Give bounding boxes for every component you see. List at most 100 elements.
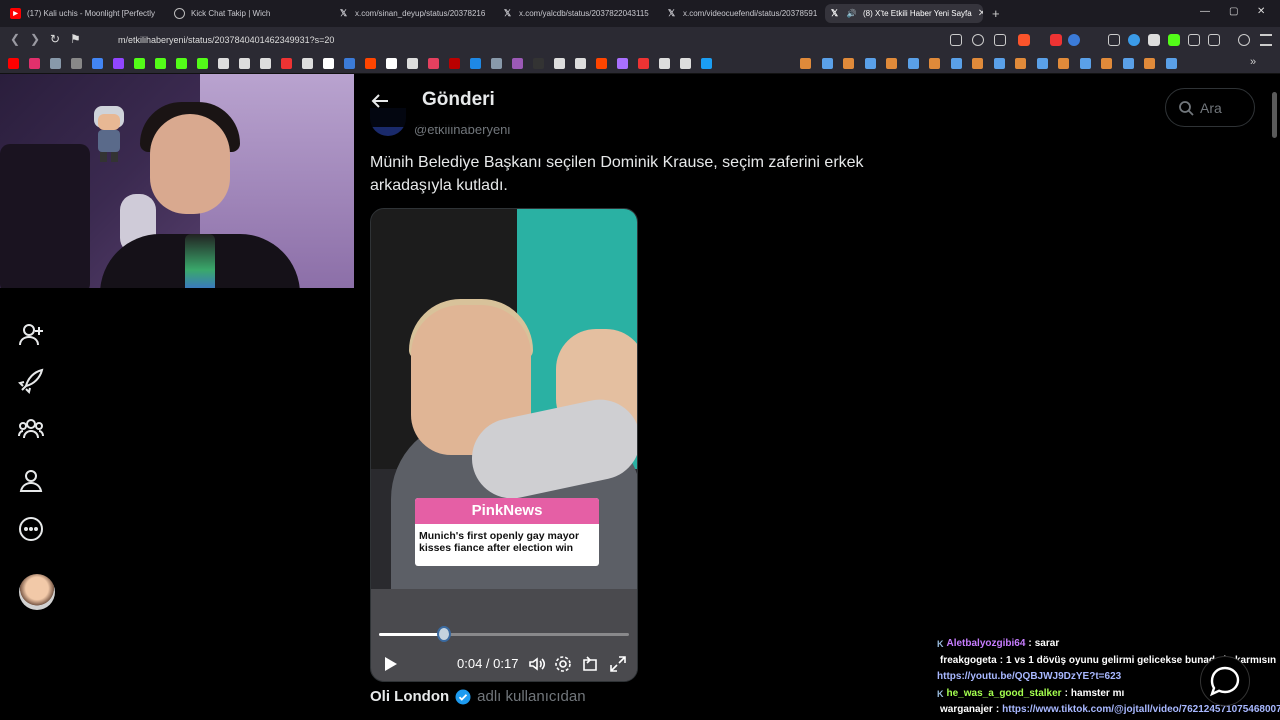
minimize-button[interactable]: —: [1200, 6, 1210, 17]
fullscreen-icon[interactable]: [609, 655, 627, 673]
music-icon[interactable]: [1238, 34, 1250, 46]
profile-icon[interactable]: [18, 468, 44, 494]
tab-kick-chat[interactable]: Kick Chat Takip | Wich: [170, 4, 330, 23]
tab-youtube[interactable]: ▶ (17) Kali uchis - Moonlight [Perfectly: [6, 4, 166, 23]
share-icon[interactable]: [994, 34, 1006, 46]
communities-icon[interactable]: [18, 416, 44, 442]
bookmark-favicon-icon[interactable]: [470, 58, 481, 69]
bookmark-favicon-icon[interactable]: [1144, 58, 1155, 69]
back-nav-icon[interactable]: ❮: [10, 32, 20, 46]
bookmark-favicon-icon[interactable]: [344, 58, 355, 69]
new-tab-button[interactable]: +: [992, 6, 1000, 21]
bookmark-favicon-icon[interactable]: [1015, 58, 1026, 69]
search-field[interactable]: [1165, 88, 1255, 127]
quoted-author-name[interactable]: Oli London: [370, 688, 449, 705]
play-icon[interactable]: [381, 655, 399, 673]
cast-icon[interactable]: [950, 34, 962, 46]
bookmark-favicon-icon[interactable]: [50, 58, 61, 69]
bookmark-favicon-icon[interactable]: [800, 58, 811, 69]
bookmark-favicon-icon[interactable]: [1165, 58, 1177, 69]
sidebar-icon[interactable]: [1208, 34, 1220, 46]
bookmark-favicon-icon[interactable]: [886, 58, 897, 69]
bookmark-icon[interactable]: ⚑: [70, 32, 81, 46]
bookmark-favicon-icon[interactable]: [113, 58, 124, 69]
bookmark-favicon-icon[interactable]: [929, 58, 940, 69]
bookmark-favicon-icon[interactable]: [617, 58, 628, 69]
bookmark-favicon-icon[interactable]: [8, 58, 19, 69]
bookmark-favicon-icon[interactable]: [1036, 58, 1048, 69]
messages-button[interactable]: [1200, 656, 1250, 706]
tab-close-button[interactable]: ✕: [978, 8, 983, 19]
bookmark-favicon-icon[interactable]: [680, 58, 691, 69]
quoted-from[interactable]: Oli London adlı kullanıcıdan: [370, 688, 586, 705]
bookmark-favicon-icon[interactable]: [950, 58, 962, 69]
bookmark-favicon-icon[interactable]: [428, 58, 439, 69]
bookmark-favicon-icon[interactable]: [260, 58, 271, 69]
bookmark-favicon-icon[interactable]: [155, 58, 166, 69]
bookmark-favicon-icon[interactable]: [907, 58, 919, 69]
tab-x-videocuefendi[interactable]: 𝕏 x.com/videocuefendi/status/20378591: [662, 4, 822, 23]
video-player[interactable]: PinkNews Munich's first openly gay mayor…: [370, 208, 638, 682]
bookmark-favicon-icon[interactable]: [239, 58, 250, 69]
bookmark-favicon-icon[interactable]: [843, 58, 854, 69]
maximize-button[interactable]: ▢: [1229, 6, 1238, 17]
close-window-button[interactable]: ✕: [1257, 6, 1265, 17]
bookmark-favicon-icon[interactable]: [386, 58, 397, 69]
reload-icon[interactable]: ↻: [50, 32, 60, 46]
kick-icon[interactable]: [1168, 34, 1180, 46]
bookmark-favicon-icon[interactable]: [92, 58, 103, 69]
puzzle-icon[interactable]: [1188, 34, 1200, 46]
bookmark-favicon-icon[interactable]: [512, 58, 523, 69]
bookmark-favicon-icon[interactable]: [29, 58, 40, 69]
tab-x-etkilihaber[interactable]: 𝕏 🔊 (8) X'te Etkili Haber Yeni Sayfa ✕: [825, 4, 983, 23]
bookmark-favicon-icon[interactable]: [638, 58, 649, 69]
bookmark-favicon-icon[interactable]: [864, 58, 876, 69]
chevron-more-icon[interactable]: »: [1250, 56, 1256, 68]
extension-icon[interactable]: [1128, 34, 1140, 46]
bookmark-favicon-icon[interactable]: [197, 58, 208, 69]
more-options-icon[interactable]: [18, 516, 44, 542]
extension-icon[interactable]: [1108, 34, 1120, 46]
forward-nav-icon[interactable]: ❯: [30, 32, 40, 46]
settings-gear-icon[interactable]: [554, 655, 572, 673]
tab-x-yalcdb[interactable]: 𝕏 x.com/yalcdb/status/2037822043115: [498, 4, 658, 23]
bookmark-favicon-icon[interactable]: [972, 58, 983, 69]
extension-icon[interactable]: [1148, 34, 1160, 46]
bookmark-favicon-icon[interactable]: [1122, 58, 1134, 69]
bookmark-favicon-icon[interactable]: [407, 58, 418, 69]
bookmark-favicon-icon[interactable]: [554, 58, 565, 69]
account-avatar[interactable]: [19, 574, 55, 610]
extension-icon[interactable]: [1050, 34, 1062, 46]
bookmark-favicon-icon[interactable]: [659, 58, 670, 69]
video-progress-handle[interactable]: [437, 626, 451, 642]
bookmark-favicon-icon[interactable]: [1079, 58, 1091, 69]
bookmark-favicon-icon[interactable]: [575, 58, 586, 69]
bookmark-favicon-icon[interactable]: [821, 58, 833, 69]
extension-icon[interactable]: [1068, 34, 1080, 46]
bookmark-favicon-icon[interactable]: [218, 58, 229, 69]
chat-link[interactable]: https://www.tiktok.com/@jojtall/video/76…: [1002, 702, 1280, 719]
speaker-icon[interactable]: 🔊: [846, 8, 857, 19]
bookmark-favicon-icon[interactable]: [533, 58, 544, 69]
bookmark-favicon-icon[interactable]: [449, 58, 460, 69]
bookmark-favicon-icon[interactable]: [701, 58, 712, 69]
follow-user-icon[interactable]: [18, 322, 44, 348]
brave-shield-icon[interactable]: [1018, 34, 1030, 46]
volume-icon[interactable]: [528, 655, 546, 673]
scrollbar[interactable]: [1272, 92, 1277, 138]
bookmark-favicon-icon[interactable]: [491, 58, 502, 69]
back-arrow-icon[interactable]: [370, 91, 390, 111]
picture-in-picture-icon[interactable]: [581, 655, 599, 673]
bookmark-favicon-icon[interactable]: [323, 58, 334, 69]
bookmark-favicon-icon[interactable]: [1101, 58, 1112, 69]
bookmark-favicon-icon[interactable]: [176, 58, 187, 69]
bookmark-favicon-icon[interactable]: [302, 58, 313, 69]
bookmark-favicon-icon[interactable]: [281, 58, 292, 69]
video-progress-bar[interactable]: [379, 626, 629, 642]
search-input[interactable]: [1200, 99, 1250, 116]
bookmark-favicon-icon[interactable]: [1058, 58, 1069, 69]
menu-icon[interactable]: [1260, 34, 1272, 46]
tab-x-sinan[interactable]: 𝕏 x.com/sinan_deyup/status/20378216: [334, 4, 494, 23]
bookmark-favicon-icon[interactable]: [596, 58, 607, 69]
bookmark-favicon-icon[interactable]: [993, 58, 1005, 69]
